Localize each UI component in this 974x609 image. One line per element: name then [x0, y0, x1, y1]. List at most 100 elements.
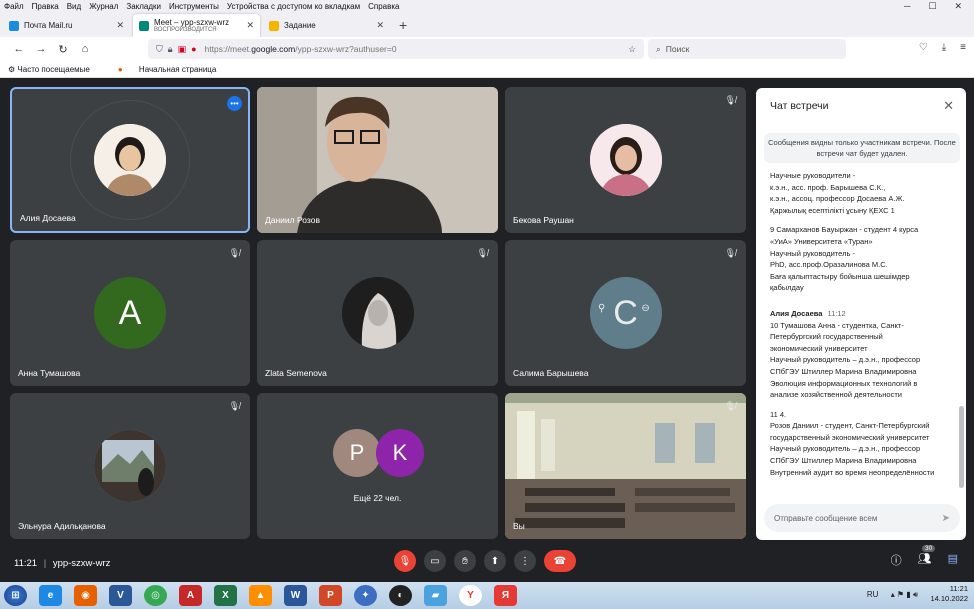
chat-panel: Чат встречи ✕ Сообщения видны только уча…: [756, 88, 966, 540]
tab-meet[interactable]: Meet – ypp-szxw-wrz ВОСПРОИЗВОДИТСЯ ✕: [133, 14, 260, 37]
chat-input-placeholder: Отправьте сообщение всем: [774, 513, 878, 523]
participant-name: Zlata Semenova: [265, 368, 327, 378]
obs-icon[interactable]: ◐: [389, 585, 412, 606]
reload-icon[interactable]: ↻: [52, 43, 74, 56]
participant-tile[interactable]: 🎙︎̸ A Анна Тумашова: [10, 240, 250, 386]
remove-icon[interactable]: ⊖: [641, 303, 649, 314]
address-bar[interactable]: ⛉ 🔒︎ ▣ ● https://meet. google.com/ypp-szx…: [148, 39, 644, 59]
chat-line: Научный руководитель – д.э.н., профессор: [770, 355, 921, 365]
yandex-browser-icon[interactable]: Y: [459, 585, 482, 606]
participant-tile[interactable]: 🎙︎̸ Эльнура Адильқанова: [10, 393, 250, 539]
self-view-tile[interactable]: 🎙︎̸ Вы: [505, 393, 746, 539]
start-button-icon[interactable]: ⊞: [4, 585, 27, 606]
more-options-button[interactable]: ⋮: [514, 550, 536, 572]
chat-line: Баға қалыптастыру бойынша шешімдер: [770, 271, 910, 281]
chat-message-input[interactable]: Отправьте сообщение всем ➤: [764, 504, 960, 532]
window-controls: ─ ☐ ✕: [904, 1, 970, 12]
chat-line: экономический университет: [770, 343, 868, 353]
new-tab-icon[interactable]: +: [399, 17, 407, 33]
more-options-icon[interactable]: •••: [227, 96, 242, 111]
acrobat-icon[interactable]: A: [179, 585, 202, 606]
excel-icon[interactable]: X: [214, 585, 237, 606]
camera-icon[interactable]: ▣: [178, 44, 187, 55]
forward-icon[interactable]: →: [30, 43, 52, 55]
menu-view[interactable]: Вид: [67, 2, 81, 11]
menu-synced-tabs[interactable]: Устройства с доступом ко вкладкам: [227, 2, 360, 11]
chat-line: Научный руководитель – д.э.н., профессор: [770, 444, 921, 454]
mic-permission-icon[interactable]: ●: [191, 44, 196, 55]
minimize-icon[interactable]: ─: [904, 1, 910, 12]
bookmark-start-page[interactable]: ● Начальная страница: [118, 65, 230, 74]
participant-tile[interactable]: Даниил Розов: [257, 87, 498, 233]
back-icon[interactable]: ←: [8, 43, 30, 55]
menu-icon[interactable]: ≡: [960, 42, 966, 53]
camera-toggle-button[interactable]: ▭: [424, 550, 446, 572]
close-tab-icon[interactable]: ✕: [116, 20, 124, 31]
home-icon[interactable]: ⌂: [74, 43, 96, 55]
info-icon[interactable]: ⓘ: [891, 552, 902, 568]
participant-tile[interactable]: ••• Алия Досаева: [10, 87, 250, 233]
network-app-icon[interactable]: ✦: [354, 585, 377, 606]
vlc-icon[interactable]: ▲: [249, 585, 272, 606]
close-window-icon[interactable]: ✕: [954, 1, 962, 12]
mic-off-icon: 🎙︎̸: [476, 248, 488, 258]
participant-avatar: [589, 124, 662, 196]
chrome-icon[interactable]: ◎: [144, 585, 167, 606]
window-scene-icon: [94, 430, 166, 502]
url-domain: google.com: [251, 44, 296, 54]
people-icon[interactable]: 👥︎: [918, 552, 932, 568]
pin-icon[interactable]: ⚲: [598, 303, 605, 314]
mic-toggle-button[interactable]: 🎙︎: [394, 550, 416, 572]
present-button[interactable]: ⬆: [484, 550, 506, 572]
close-tab-icon[interactable]: ✕: [246, 20, 254, 31]
tab-label: Meet – ypp-szxw-wrz: [154, 18, 230, 27]
yandex-icon[interactable]: Я: [494, 585, 517, 606]
participant-tile[interactable]: 🎙︎̸ C ⚲ ⊖ Салима Барышева: [505, 240, 746, 386]
chat-line: к.э.н., асс. проф. Барышева С.К.,: [770, 182, 886, 192]
word-icon[interactable]: W: [284, 585, 307, 606]
menu-bookmarks[interactable]: Закладки: [126, 2, 161, 11]
meeting-time: 11:21: [14, 558, 38, 569]
chat-scrollbar[interactable]: [959, 406, 964, 488]
maximize-icon[interactable]: ☐: [928, 1, 936, 12]
bookmark-star-icon[interactable]: ☆: [628, 44, 636, 55]
pocket-icon[interactable]: ♡: [919, 42, 928, 53]
firefox-icon[interactable]: ◉: [74, 585, 97, 606]
downloads-icon[interactable]: ⤓: [942, 42, 946, 53]
menu-help[interactable]: Справка: [368, 2, 399, 11]
participant-tile[interactable]: 🎙︎̸ Бекова Раушан: [505, 87, 746, 233]
internet-explorer-icon[interactable]: e: [39, 585, 62, 606]
search-icon: ⌕: [656, 43, 661, 54]
tab-mail[interactable]: Почта Mail.ru ✕: [3, 14, 130, 37]
tray-icons[interactable]: ▴ ⚑ ▮ 🔊︎: [891, 590, 918, 599]
bookmark-most-visited[interactable]: ⚙ Часто посещаемые: [8, 65, 104, 74]
end-call-button[interactable]: ☎: [544, 550, 576, 572]
lock-icon[interactable]: 🔒︎: [168, 44, 173, 55]
url-path: /ypp-szxw-wrz?authuser=0: [295, 44, 397, 54]
participant-name: Вы: [513, 521, 525, 531]
menu-tools[interactable]: Инструменты: [169, 2, 219, 11]
raise-hand-button[interactable]: ✋︎: [454, 550, 476, 572]
menu-file[interactable]: Файл: [4, 2, 24, 11]
clock[interactable]: 11:21 14.10.2022: [930, 584, 968, 604]
close-tab-icon[interactable]: ✕: [376, 20, 384, 31]
participant-avatar: [341, 277, 414, 349]
participant-tile[interactable]: 🎙︎̸ Zlata Semenova: [257, 240, 498, 386]
more-participants-tile[interactable]: P K Ещё 22 чел.: [257, 393, 498, 539]
tab-playing-label: ВОСПРОИЗВОДИТСЯ: [154, 27, 217, 33]
close-icon[interactable]: ✕: [943, 98, 954, 114]
menu-bar: Файл Правка Вид Журнал Закладки Инструме…: [0, 0, 974, 12]
send-icon[interactable]: ➤: [942, 513, 950, 524]
word-v-icon[interactable]: V: [109, 585, 132, 606]
shield-icon[interactable]: ⛉: [156, 44, 163, 55]
chat-line: 11 4.: [770, 409, 787, 419]
powerpoint-icon[interactable]: P: [319, 585, 342, 606]
language-indicator[interactable]: RU: [867, 590, 879, 599]
search-input[interactable]: ⌕ Поиск: [648, 39, 846, 59]
menu-history[interactable]: Журнал: [89, 2, 118, 11]
chat-line: 9 Самарханов Бауыржан - студент 4 курса: [770, 225, 919, 235]
notes-icon[interactable]: ▰: [424, 585, 447, 606]
tab-assignment[interactable]: Задание ✕: [263, 14, 390, 37]
menu-edit[interactable]: Правка: [32, 2, 59, 11]
chat-icon[interactable]: ▤: [948, 552, 958, 568]
